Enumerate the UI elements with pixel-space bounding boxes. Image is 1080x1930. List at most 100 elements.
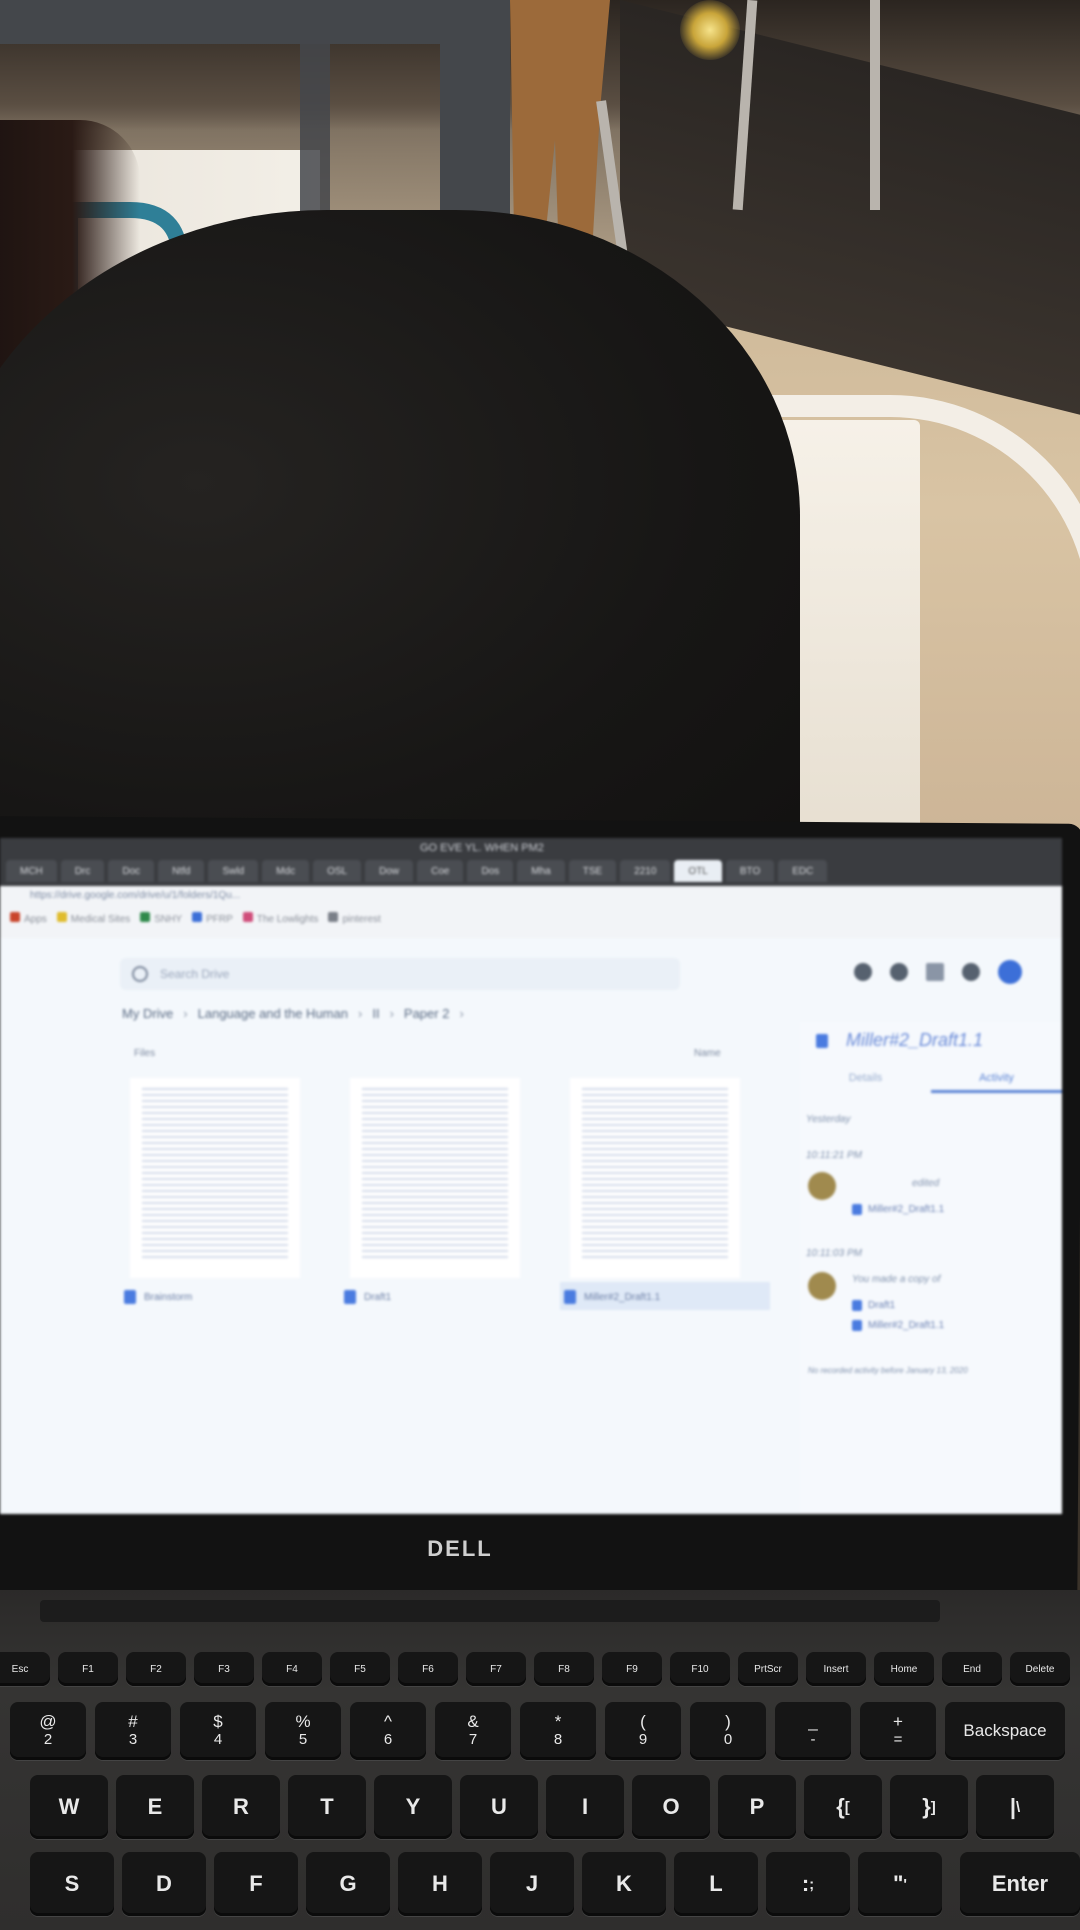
file-name-row[interactable]: Miller#2_Draft1.1 (564, 1290, 660, 1304)
panel-doc-title: Miller#2_Draft1.1 (846, 1030, 984, 1050)
activity-file[interactable]: Miller#2_Draft1.1 (852, 1204, 944, 1215)
browser-tab[interactable]: MCH (6, 860, 57, 882)
number-key[interactable]: % 5 (265, 1702, 341, 1760)
browser-tab[interactable]: Dow (365, 860, 414, 882)
letter-key[interactable]: P (718, 1775, 796, 1839)
bookmark-item[interactable]: PFRP (192, 912, 233, 925)
bookmark-item[interactable]: Apps (10, 912, 47, 925)
file-thumbnail[interactable] (130, 1078, 300, 1278)
function-key[interactable]: F8 (534, 1652, 594, 1686)
browser-tab[interactable]: Ntfd (158, 860, 205, 882)
breadcrumb-item[interactable]: Paper 2 (404, 1006, 450, 1021)
function-key[interactable]: F3 (194, 1652, 254, 1686)
bookmark-item[interactable]: Medical Sites (56, 912, 130, 925)
browser-tab[interactable]: Swld (208, 860, 259, 882)
function-key[interactable]: F9 (602, 1652, 662, 1686)
number-key[interactable]: #3 (95, 1702, 171, 1760)
activity-file[interactable]: Miller#2_Draft1.1 (852, 1320, 944, 1331)
browser-tab[interactable]: EDC (778, 860, 828, 882)
browser-tab[interactable]: Coe (417, 860, 464, 882)
file-name-row[interactable]: Draft1 (344, 1290, 391, 1304)
url-field[interactable]: https://drive.google.com/drive/u/1/folde… (30, 890, 730, 906)
key-label: ; (809, 1875, 815, 1893)
function-key[interactable]: F2 (126, 1652, 186, 1686)
letter-key[interactable]: W (30, 1775, 108, 1839)
browser-tab[interactable]: OSL (313, 860, 362, 882)
browser-tab[interactable]: 2210 (620, 860, 671, 882)
function-key[interactable]: F10 (670, 1652, 730, 1686)
breadcrumb-item[interactable]: My Drive (122, 1006, 173, 1021)
number-key[interactable]: (9 (605, 1702, 681, 1760)
bookmark-item[interactable]: The Lowlights (242, 912, 318, 925)
file-thumbnail[interactable] (350, 1078, 520, 1278)
number-key[interactable]: @2 (10, 1702, 86, 1760)
browser-tab[interactable]: OTL (674, 860, 722, 882)
browser-tab[interactable]: Doc (108, 860, 155, 882)
browser-tab[interactable]: Mdc (262, 860, 310, 882)
letter-key[interactable]: Y (374, 1775, 452, 1839)
letter-key[interactable]: L (674, 1852, 758, 1916)
number-key[interactable]: _ - (775, 1702, 851, 1760)
letter-key[interactable]: R (202, 1775, 280, 1839)
sort-name-button[interactable]: Name (694, 1048, 721, 1059)
account-circle-icon[interactable] (962, 963, 980, 981)
function-key[interactable]: Esc (0, 1652, 50, 1686)
function-key[interactable]: PrtScr (738, 1652, 798, 1686)
chevron-right-icon: › (389, 1006, 394, 1021)
breadcrumb-item[interactable]: II (372, 1006, 379, 1021)
letter-key[interactable]: S (30, 1852, 114, 1916)
letter-key[interactable]: K (582, 1852, 666, 1916)
number-key[interactable]: ^ 6 (350, 1702, 426, 1760)
browser-tab[interactable]: Dos (467, 860, 514, 882)
activity-file[interactable]: Draft1 (852, 1300, 895, 1311)
function-key[interactable]: Delete (1010, 1652, 1070, 1686)
function-key[interactable]: F7 (466, 1652, 526, 1686)
panel-tab[interactable]: Activity (931, 1072, 1062, 1093)
function-key[interactable]: Insert (806, 1652, 866, 1686)
bookmark-item[interactable]: SNHY (140, 912, 182, 925)
number-key[interactable]: $4 (180, 1702, 256, 1760)
letter-key[interactable]: G (306, 1852, 390, 1916)
function-key[interactable]: F4 (262, 1652, 322, 1686)
avatar[interactable] (998, 960, 1022, 984)
settings-icon[interactable] (890, 963, 908, 981)
bookmark-item[interactable]: pinterest (328, 912, 381, 925)
browser-tab[interactable]: Mha (517, 860, 565, 882)
number-key[interactable]: & 7 (435, 1702, 511, 1760)
panel-tab[interactable]: Details (800, 1072, 931, 1093)
letter-key[interactable]: J (490, 1852, 574, 1916)
number-key[interactable]: * 8 (520, 1702, 596, 1760)
letter-key[interactable]: T (288, 1775, 366, 1839)
function-key[interactable]: End (942, 1652, 1002, 1686)
help-icon[interactable] (854, 963, 872, 981)
letter-key[interactable]: D (122, 1852, 206, 1916)
browser-tab[interactable]: Drc (60, 860, 105, 882)
letter-key[interactable]: " ' (858, 1852, 942, 1916)
letter-key[interactable]: H (398, 1852, 482, 1916)
letter-key[interactable]: :; (766, 1852, 850, 1916)
function-key[interactable]: F5 (330, 1652, 390, 1686)
apps-grid-icon[interactable] (926, 963, 944, 981)
breadcrumb-item[interactable]: Language and the Human (198, 1006, 348, 1021)
backspace-key[interactable]: Backspace (945, 1702, 1065, 1760)
letter-key[interactable]: | \ (976, 1775, 1054, 1839)
letter-key[interactable]: I (546, 1775, 624, 1839)
search-input[interactable]: Search Drive (120, 958, 680, 990)
browser-tab[interactable]: TSE (568, 860, 617, 882)
enter-key[interactable]: Enter (960, 1852, 1080, 1916)
letter-key[interactable]: }] (890, 1775, 968, 1839)
function-key[interactable]: F6 (398, 1652, 458, 1686)
letter-key[interactable]: O (632, 1775, 710, 1839)
browser-tab[interactable]: BTO (725, 860, 775, 882)
letter-key[interactable]: U (460, 1775, 538, 1839)
letter-key[interactable]: {[ (804, 1775, 882, 1839)
activity-avatar (808, 1272, 836, 1300)
letter-key[interactable]: E (116, 1775, 194, 1839)
letter-key[interactable]: F (214, 1852, 298, 1916)
number-key[interactable]: + = (860, 1702, 936, 1760)
function-key[interactable]: F1 (58, 1652, 118, 1686)
file-thumbnail[interactable] (570, 1078, 740, 1278)
file-name-row[interactable]: Brainstorm (124, 1290, 192, 1304)
function-key[interactable]: Home (874, 1652, 934, 1686)
number-key[interactable]: ) 0 (690, 1702, 766, 1760)
